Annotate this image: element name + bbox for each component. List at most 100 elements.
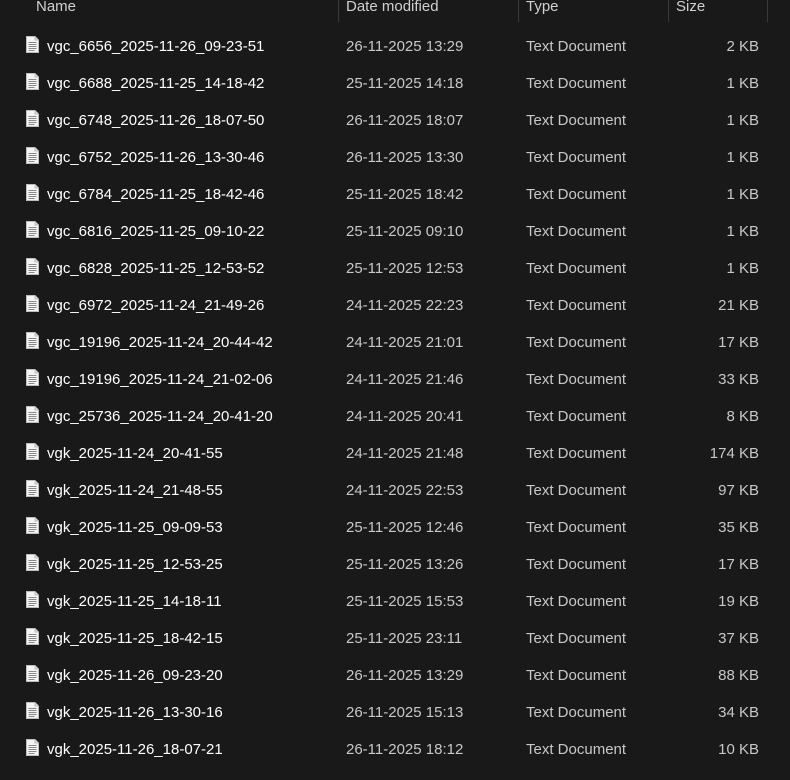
file-date-modified: 25-11-2025 18:42	[346, 186, 464, 203]
column-header-type[interactable]: Type	[526, 0, 559, 22]
file-size: 37 KB	[718, 630, 759, 647]
file-list: vgc_6656_2025-11-26_09-23-51 26-11-2025 1…	[0, 28, 790, 768]
file-type: Text Document	[526, 704, 627, 721]
file-row[interactable]: vgc_19196_2025-11-24_21-02-06 24-11-2025 …	[0, 361, 790, 398]
text-file-icon	[26, 369, 39, 386]
file-date-modified: 25-11-2025 12:46	[346, 519, 464, 536]
file-name: vgc_6748_2025-11-26_18-07-50	[47, 112, 265, 129]
file-size: 35 KB	[718, 519, 759, 536]
text-file-icon	[26, 258, 39, 275]
text-file-icon	[26, 628, 39, 645]
file-size: 1 KB	[726, 75, 759, 92]
file-name: vgc_6752_2025-11-26_13-30-46	[47, 149, 265, 166]
text-file-icon	[26, 36, 39, 53]
file-name: vgk_2025-11-25_09-09-53	[47, 519, 223, 536]
file-date-modified: 25-11-2025 09:10	[346, 223, 464, 240]
file-row[interactable]: vgk_2025-11-26_09-23-20 26-11-2025 13:29 T…	[0, 657, 790, 694]
file-type: Text Document	[526, 334, 627, 351]
text-file-icon	[26, 332, 39, 349]
file-size: 1 KB	[726, 149, 759, 166]
file-type: Text Document	[526, 260, 627, 277]
text-file-icon	[26, 739, 39, 756]
column-header-date[interactable]: Date modified	[346, 0, 439, 22]
text-file-icon	[26, 221, 39, 238]
file-type: Text Document	[526, 38, 627, 55]
column-divider[interactable]	[338, 0, 339, 22]
file-size: 21 KB	[718, 297, 759, 314]
file-size: 1 KB	[726, 112, 759, 129]
file-row[interactable]: vgc_6688_2025-11-25_14-18-42 25-11-2025 1…	[0, 65, 790, 102]
text-file-icon	[26, 110, 39, 127]
text-file-icon	[26, 295, 39, 312]
file-name: vgc_6688_2025-11-25_14-18-42	[47, 75, 265, 92]
text-file-icon	[26, 591, 39, 608]
file-row[interactable]: vgk_2025-11-24_20-41-55 24-11-2025 21:48 T…	[0, 435, 790, 472]
text-file-icon	[26, 480, 39, 497]
file-row[interactable]: vgc_6748_2025-11-26_18-07-50 26-11-2025 1…	[0, 102, 790, 139]
file-name: vgc_6972_2025-11-24_21-49-26	[47, 297, 265, 314]
column-divider[interactable]	[668, 0, 669, 22]
file-type: Text Document	[526, 186, 627, 203]
file-row[interactable]: vgc_6816_2025-11-25_09-10-22 25-11-2025 0…	[0, 213, 790, 250]
file-type: Text Document	[526, 741, 627, 758]
file-size: 19 KB	[718, 593, 759, 610]
file-row[interactable]: vgc_6828_2025-11-25_12-53-52 25-11-2025 1…	[0, 250, 790, 287]
file-row[interactable]: vgk_2025-11-25_18-42-15 25-11-2025 23:11 T…	[0, 620, 790, 657]
file-type: Text Document	[526, 630, 627, 647]
file-date-modified: 26-11-2025 13:29	[346, 667, 464, 684]
file-type: Text Document	[526, 112, 627, 129]
file-name: vgk_2025-11-24_20-41-55	[47, 445, 223, 462]
file-date-modified: 24-11-2025 21:01	[346, 334, 464, 351]
file-date-modified: 25-11-2025 13:26	[346, 556, 464, 573]
file-size: 10 KB	[718, 741, 759, 758]
file-size: 174 KB	[709, 445, 759, 462]
file-row[interactable]: vgc_25736_2025-11-24_20-41-20 24-11-2025 …	[0, 398, 790, 435]
text-file-icon	[26, 517, 39, 534]
file-row[interactable]: vgc_6784_2025-11-25_18-42-46 25-11-2025 1…	[0, 176, 790, 213]
column-header-size[interactable]: Size	[676, 0, 705, 22]
file-type: Text Document	[526, 593, 627, 610]
text-file-icon	[26, 73, 39, 90]
file-row[interactable]: vgc_6656_2025-11-26_09-23-51 26-11-2025 1…	[0, 28, 790, 65]
file-row[interactable]: vgc_6752_2025-11-26_13-30-46 26-11-2025 1…	[0, 139, 790, 176]
file-date-modified: 24-11-2025 22:53	[346, 482, 464, 499]
file-row[interactable]: vgk_2025-11-26_13-30-16 26-11-2025 15:13 T…	[0, 694, 790, 731]
text-file-icon	[26, 147, 39, 164]
file-type: Text Document	[526, 556, 627, 573]
file-type: Text Document	[526, 482, 627, 499]
file-row[interactable]: vgc_19196_2025-11-24_20-44-42 24-11-2025 …	[0, 324, 790, 361]
file-name: vgk_2025-11-26_09-23-20	[47, 667, 223, 684]
file-size: 88 KB	[718, 667, 759, 684]
file-name: vgc_19196_2025-11-24_21-02-06	[47, 371, 273, 388]
file-name: vgc_6828_2025-11-25_12-53-52	[47, 260, 265, 277]
text-file-icon	[26, 184, 39, 201]
file-row[interactable]: vgk_2025-11-25_12-53-25 25-11-2025 13:26 T…	[0, 546, 790, 583]
file-size: 17 KB	[718, 556, 759, 573]
text-file-icon	[26, 665, 39, 682]
text-file-icon	[26, 554, 39, 571]
file-name: vgc_6784_2025-11-25_18-42-46	[47, 186, 265, 203]
file-name: vgk_2025-11-24_21-48-55	[47, 482, 223, 499]
column-divider[interactable]	[518, 0, 519, 22]
file-date-modified: 26-11-2025 18:12	[346, 741, 464, 758]
file-date-modified: 25-11-2025 15:53	[346, 593, 464, 610]
file-row[interactable]: vgk_2025-11-25_09-09-53 25-11-2025 12:46 T…	[0, 509, 790, 546]
file-type: Text Document	[526, 519, 627, 536]
column-header: Name Date modified Type Size	[0, 0, 790, 22]
file-type: Text Document	[526, 408, 627, 425]
file-size: 34 KB	[718, 704, 759, 721]
file-row[interactable]: vgk_2025-11-24_21-48-55 24-11-2025 22:53 T…	[0, 472, 790, 509]
file-date-modified: 26-11-2025 18:07	[346, 112, 464, 129]
file-row[interactable]: vgk_2025-11-25_14-18-11 25-11-2025 15:53 T…	[0, 583, 790, 620]
file-row[interactable]: vgc_6972_2025-11-24_21-49-26 24-11-2025 2…	[0, 287, 790, 324]
column-divider[interactable]	[767, 0, 768, 22]
file-date-modified: 24-11-2025 21:48	[346, 445, 464, 462]
file-date-modified: 24-11-2025 21:46	[346, 371, 464, 388]
column-header-name[interactable]: Name	[36, 0, 76, 22]
file-date-modified: 26-11-2025 13:30	[346, 149, 464, 166]
file-size: 97 KB	[718, 482, 759, 499]
file-row[interactable]: vgk_2025-11-26_18-07-21 26-11-2025 18:12 T…	[0, 731, 790, 768]
file-size: 33 KB	[718, 371, 759, 388]
file-date-modified: 26-11-2025 15:13	[346, 704, 464, 721]
file-type: Text Document	[526, 371, 627, 388]
